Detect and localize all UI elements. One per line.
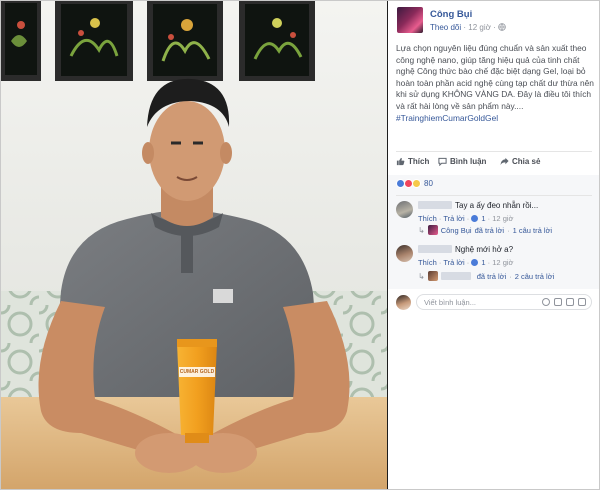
post-time[interactable]: 12 giờ [468,23,491,32]
comment-text: Tay a ấy đeo nhẫn rồi... [455,201,539,210]
haha-icon [412,179,421,188]
post-meta: Theo dõi · 12 giờ · [430,23,506,32]
separator [396,195,592,196]
post-actions: Thích Bình luận Chia sẻ [396,157,592,171]
like-count-icon [471,259,479,266]
author-avatar[interactable] [397,7,423,33]
comment-like-count[interactable]: 1 [481,214,485,223]
comment-reply-link[interactable]: Trả lời [443,258,464,267]
camera-icon[interactable] [554,298,562,306]
globe-icon [498,23,506,31]
composer-icons [542,298,586,306]
comment-time[interactable]: 12 giờ [492,258,513,267]
reply-avatar [427,225,438,235]
share-label: Chia sẻ [512,157,541,166]
comment-like-count[interactable]: 1 [481,258,485,267]
reply-summary[interactable]: ↳ Công Bụi đã trả lời · 1 câu trả lời [418,225,552,235]
reply-text: đã trả lời [474,225,505,235]
commenter-avatar[interactable] [396,201,413,218]
reply-author: Công Bụi [440,225,472,235]
commenter-avatar[interactable] [396,245,413,262]
separator [396,151,592,152]
like-count-icon [471,215,479,222]
like-button[interactable]: Thích [396,157,429,166]
wall-frame-4 [239,1,315,81]
comment-like-link[interactable]: Thích [418,258,437,267]
comment-controls: Thích · Trả lời · 1 · 12 giờ [418,214,514,223]
comment-label: Bình luận [450,157,487,166]
follow-link[interactable]: Theo dõi [430,23,461,32]
comment-button[interactable]: Bình luận [438,157,486,166]
comment-time[interactable]: 12 giờ [492,214,513,223]
product-tube [177,339,217,443]
post-panel: Công Bụi Theo dõi · 12 giờ · Lựa chọn ng… [388,1,599,489]
emoji-icon[interactable] [542,298,550,306]
reply-count: 1 câu trả lời [512,225,553,235]
hashtag-link[interactable]: #TrainghiemCumarGoldGel [396,113,594,125]
thumbs-up-icon [396,157,405,166]
post-text: Lựa chọn nguyên liệu đúng chuẩn và sản x… [396,43,594,111]
comment-reply-link[interactable]: Trả lời [443,214,464,223]
reaction-count: 80 [424,179,433,188]
reply-author-redacted [440,272,471,280]
post-photo[interactable]: CUMAR GOLD [1,1,387,489]
comment-controls: Thích · Trả lời · 1 · 12 giờ [418,258,514,267]
viewer-avatar [396,295,411,310]
post-body: Lựa chọn nguyên liệu đúng chuẩn và sản x… [396,43,594,124]
share-button[interactable]: Chia sẻ [500,157,540,166]
post-header: Công Bụi Theo dõi · 12 giờ · [397,7,597,39]
comment-body: Tay a ấy đeo nhẫn rồi... Thích · Trả lời… [418,201,592,224]
reply-arrow-icon: ↳ [418,271,425,281]
comment-body: Nghệ mới hở a? Thích · Trả lời · 1 · 12 … [418,245,592,268]
share-icon [500,157,509,166]
comment-placeholder: Viết bình luận... [424,298,476,307]
wall-frame-3 [147,1,223,81]
tube-label: CUMAR GOLD [179,369,215,375]
reply-arrow-icon: ↳ [418,225,425,235]
commenter-name-redacted[interactable] [418,245,452,253]
reply-count: 2 câu trả lời [514,271,555,281]
comment-input[interactable]: Viết bình luận... [416,294,592,310]
sticker-icon[interactable] [578,298,586,306]
reaction-summary[interactable]: 80 [396,179,433,188]
gif-icon[interactable] [566,298,574,306]
comment-like-link[interactable]: Thích [418,214,437,223]
facebook-photo-viewer: CUMAR GOLD Công Bụi Theo dõi · 12 giờ · … [0,0,600,490]
wall-frame-1 [1,1,41,81]
comments-section: 80 Tay a ấy đeo nhẫn rồi... Thích · Trả … [388,175,599,289]
comment-icon [438,157,447,166]
commenter-name-redacted[interactable] [418,201,452,209]
comment-text: Nghệ mới hở a? [455,245,514,254]
reply-text: đã trả lời [476,271,507,281]
comment-composer: Viết bình luận... [396,294,592,312]
like-label: Thích [408,157,430,166]
author-name[interactable]: Công Bụi [430,9,472,20]
reply-avatar [427,271,438,281]
reply-summary[interactable]: ↳ đã trả lời · 2 câu trả lời [418,271,554,281]
photo-illustration [1,1,387,489]
wall-frame-2 [55,1,133,81]
